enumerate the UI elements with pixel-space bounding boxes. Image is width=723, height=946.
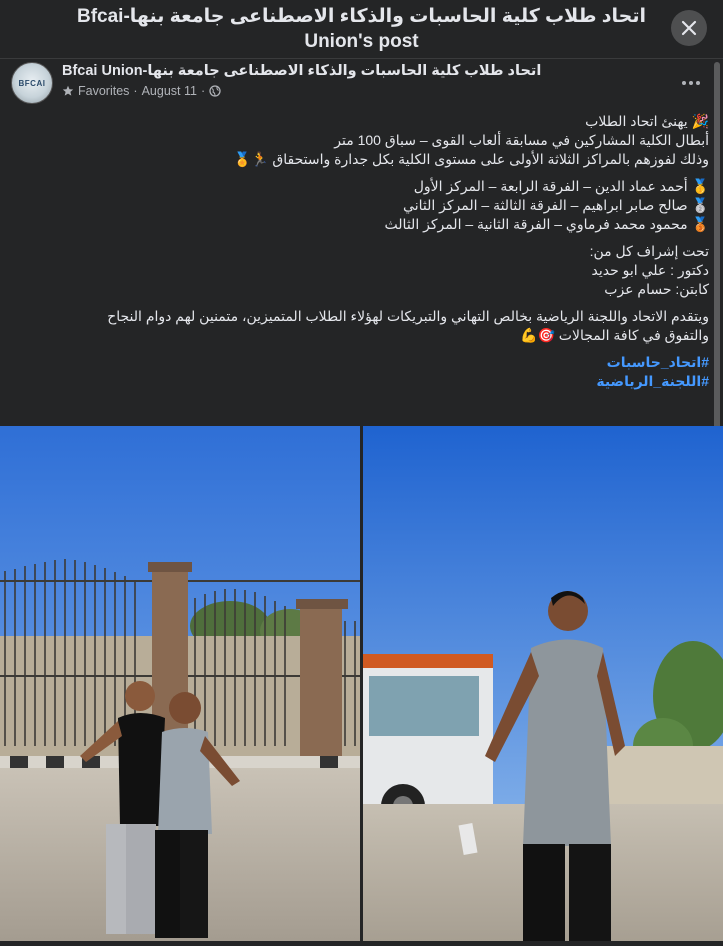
hashtag-link[interactable]: #اتحاد_حاسبات [20, 353, 709, 372]
post-line: أبطال الكلية المشاركين في مسابقة ألعاب ا… [334, 132, 709, 148]
page-name-link[interactable]: Bfcai Union-اتحاد طلاب كلية الحاسبات وال… [62, 63, 541, 79]
star-icon [62, 85, 74, 96]
scrollbar[interactable] [714, 62, 720, 452]
post-line: دكتور : علي ابو حديد [591, 262, 710, 278]
avatar-logo-text: BFCAI [18, 78, 46, 88]
avatar[interactable]: BFCAI [11, 62, 53, 104]
post-line: 🥈 صالح صابر ابراهيم – الفرقة الثالثة – ا… [403, 197, 709, 213]
post-line: كابتن: حسام عزب [604, 281, 709, 297]
photo-grid [0, 426, 723, 946]
post-line: تحت إشراف كل من: [589, 243, 709, 259]
photo-student[interactable] [363, 426, 723, 941]
post-date[interactable]: August 11 [142, 84, 197, 98]
close-icon [681, 20, 697, 36]
meta-separator: · [133, 84, 138, 98]
close-button[interactable] [671, 10, 707, 46]
more-options-button[interactable] [677, 70, 705, 90]
post-line: 🥉 محمود محمد فرماوي – الفرقة الثانية – ا… [384, 216, 709, 232]
meta-separator: · [200, 84, 206, 98]
post-line: والتفوق في كافة المجالات 🎯💪 [520, 327, 709, 343]
more-icon [682, 81, 700, 85]
post-line: 🥇 أحمد عماد الدين – الفرقة الرابعة – الم… [413, 178, 709, 194]
post-line: 🎉 يهنئ اتحاد الطلاب [585, 113, 709, 129]
globe-icon [209, 85, 221, 97]
hashtag-link[interactable]: #اللجنة_الرياضية [20, 372, 709, 391]
photo-two-students[interactable] [0, 426, 360, 941]
post-line: وذلك لفوزهم بالمراكز الثلاثة الأولى على … [233, 151, 709, 167]
dialog-title: Bfcai-اتحاد طلاب كلية الحاسبات والذكاء ا… [77, 6, 646, 52]
post-meta: Favorites · August 11 · [62, 84, 221, 98]
dialog-header: Bfcai-اتحاد طلاب كلية الحاسبات والذكاء ا… [0, 0, 723, 59]
post-line: ويتقدم الاتحاد واللجنة الرياضية بخالص ال… [107, 308, 709, 324]
favorites-label[interactable]: Favorites [78, 84, 129, 98]
post-text: 🎉 يهنئ اتحاد الطلاب أبطال الكلية المشارك… [20, 112, 709, 391]
